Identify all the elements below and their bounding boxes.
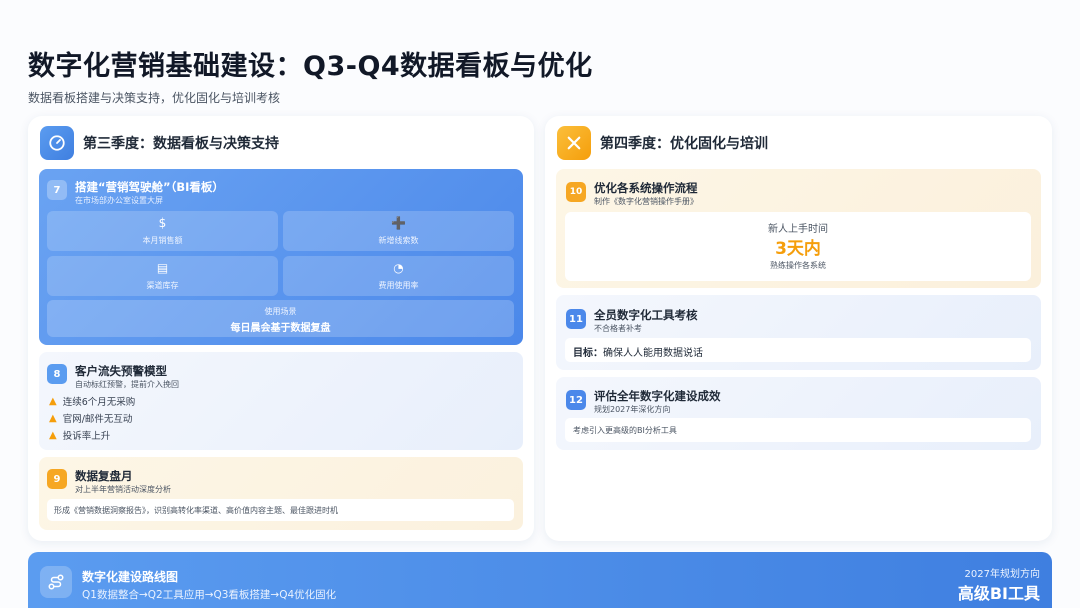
card-tool-assessment: 11 全员数字化工具考核 不合格者补考 目标：确保人人能用数据说话: [556, 295, 1041, 370]
tile-label: 费用使用率: [378, 281, 419, 290]
metric-value: 3天内: [775, 239, 821, 259]
metric-tile-inventory: ▤ 渠道库存: [47, 256, 278, 296]
dollar-icon: $: [158, 216, 167, 230]
card-note: 考虑引入更高级的BI分析工具: [565, 418, 1031, 442]
q4-title: 第四季度：优化固化与培训: [600, 136, 768, 152]
card-subtitle: 规划2027年深化方向: [594, 405, 671, 414]
route-icon: [40, 566, 72, 598]
q3-header: 第三季度：数据看板与决策支持: [40, 126, 279, 160]
warning-item: ▲ 投诉率上升: [49, 428, 111, 443]
goal-label: 目标：: [573, 348, 603, 359]
gauge-icon: [40, 126, 74, 160]
card-subtitle: 制作《数字化营销操作手册》: [594, 197, 698, 206]
card-bi-dashboard: 7 搭建“营销驾驶舱”（BI看板） 在市场部办公室设置大屏 $ 本月销售额 ➕ …: [39, 169, 523, 345]
card-process-optimization: 10 优化各系统操作流程 制作《数字化营销操作手册》 新人上手时间 3天内 熟练…: [556, 169, 1041, 288]
card-title: 客户流失预警模型: [75, 364, 167, 378]
onboarding-metric: 新人上手时间 3天内 熟练操作各系统: [565, 212, 1031, 281]
card-subtitle: 自动标红预警，提前介入挽回: [75, 380, 179, 389]
pie-chart-icon: ◔: [393, 261, 404, 275]
warehouse-icon: ▤: [156, 261, 169, 275]
warning-text: 连续6个月无采购: [62, 397, 136, 408]
warning-text: 投诉率上升: [62, 431, 111, 442]
q3-panel: 第三季度：数据看板与决策支持 7 搭建“营销驾驶舱”（BI看板） 在市场部办公室…: [28, 116, 534, 541]
scene-label: 使用场景: [264, 307, 297, 316]
card-title: 评估全年数字化建设成效: [594, 389, 721, 403]
card-subtitle: 不合格者补考: [594, 324, 642, 333]
card-subtitle: 在市场部办公室设置大屏: [75, 196, 163, 205]
metric-note: 熟练操作各系统: [770, 261, 826, 270]
card-churn-warning: 8 客户流失预警模型 自动标红预警，提前介入挽回 ▲ 连续6个月无采购 ▲ 官网…: [39, 352, 523, 450]
card-number: 8: [47, 364, 67, 384]
warning-icon: ▲: [49, 395, 57, 407]
tile-label: 渠道库存: [146, 281, 179, 290]
usage-scene: 使用场景 每日晨会基于数据复盘: [47, 300, 514, 337]
tile-label: 新增线索数: [378, 236, 419, 245]
roadmap-path: Q1数据整合→Q2工具应用→Q3看板搭建→Q4优化固化: [82, 589, 337, 601]
card-number: 7: [47, 180, 67, 200]
tile-label: 本月销售额: [142, 236, 183, 245]
card-title: 全员数字化工具考核: [594, 308, 698, 322]
warning-item: ▲ 官网/邮件无互动: [49, 411, 133, 426]
page-title: 数字化营销基础建设：Q3-Q4数据看板与优化: [28, 51, 593, 82]
metric-tile-sales: $ 本月销售额: [47, 211, 278, 251]
card-number: 9: [47, 469, 67, 489]
q3-title: 第三季度：数据看板与决策支持: [83, 136, 279, 152]
warning-text: 官网/邮件无互动: [62, 414, 133, 425]
warning-icon: ▲: [49, 429, 57, 441]
metric-tile-expense: ◔ 费用使用率: [283, 256, 514, 296]
metric-tile-leads: ➕ 新增线索数: [283, 211, 514, 251]
card-subtitle: 对上半年营销活动深度分析: [75, 485, 171, 494]
warning-item: ▲ 连续6个月无采购: [49, 394, 136, 409]
card-number: 12: [566, 390, 586, 410]
q4-panel: 第四季度：优化固化与培训 10 优化各系统操作流程 制作《数字化营销操作手册》 …: [545, 116, 1052, 541]
roadmap-banner: 数字化建设路线图 Q1数据整合→Q2工具应用→Q3看板搭建→Q4优化固化 202…: [28, 552, 1052, 608]
plan-value: 高级BI工具: [957, 584, 1040, 603]
card-note: 形成《营销数据洞察报告》，识别高转化率渠道、高价值内容主题、最佳跟进时机: [47, 499, 514, 521]
page-subtitle: 数据看板搭建与决策支持，优化固化与培训考核: [28, 91, 281, 105]
metric-label: 新人上手时间: [768, 224, 828, 235]
card-number: 11: [566, 309, 586, 329]
scene-text: 每日晨会基于数据复盘: [230, 323, 331, 334]
card-annual-evaluation: 12 评估全年数字化建设成效 规划2027年深化方向 考虑引入更高级的BI分析工…: [556, 377, 1041, 450]
card-number: 10: [566, 182, 586, 202]
card-title: 搭建“营销驾驶舱”（BI看板）: [75, 180, 224, 194]
goal-text: 确保人人能用数据说话: [603, 348, 703, 359]
card-title: 数据复盘月: [75, 469, 133, 483]
add-user-icon: ➕: [391, 216, 406, 230]
goal-box: 目标：确保人人能用数据说话: [565, 338, 1031, 362]
card-data-review: 9 数据复盘月 对上半年营销活动深度分析 形成《营销数据洞察报告》，识别高转化率…: [39, 457, 523, 530]
card-title: 优化各系统操作流程: [594, 181, 698, 195]
warning-icon: ▲: [49, 412, 57, 424]
plan-label: 2027年规划方向: [964, 569, 1040, 580]
roadmap-title: 数字化建设路线图: [82, 570, 179, 584]
tools-icon: [557, 126, 591, 160]
q4-header: 第四季度：优化固化与培训: [557, 126, 768, 160]
